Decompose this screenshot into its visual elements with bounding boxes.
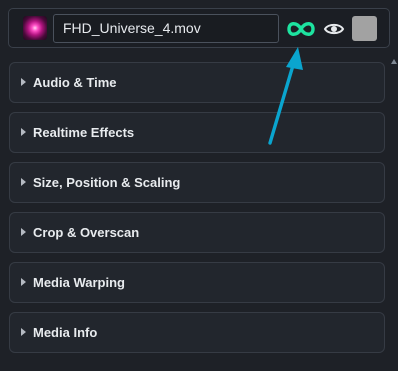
- section-label: Audio & Time: [33, 75, 117, 90]
- infinity-loop-icon[interactable]: [285, 19, 317, 39]
- caret-right-icon: [21, 178, 26, 186]
- clip-header: FHD_Universe_4.mov: [8, 8, 390, 48]
- section-audio-time[interactable]: Audio & Time: [9, 62, 385, 103]
- section-label: Media Info: [33, 325, 98, 340]
- section-media-info[interactable]: Media Info: [9, 312, 385, 353]
- scroll-up-icon[interactable]: [391, 59, 397, 64]
- clip-name-field[interactable]: FHD_Universe_4.mov: [53, 14, 279, 43]
- section-label: Realtime Effects: [33, 125, 135, 140]
- section-size-position-scaling[interactable]: Size, Position & Scaling: [9, 162, 385, 203]
- color-swatch[interactable]: [352, 16, 377, 41]
- section-label: Crop & Overscan: [33, 225, 140, 240]
- section-label: Media Warping: [33, 275, 125, 290]
- caret-right-icon: [21, 128, 26, 136]
- section-media-warping[interactable]: Media Warping: [9, 262, 385, 303]
- caret-right-icon: [21, 78, 26, 86]
- clip-thumbnail[interactable]: [23, 16, 47, 40]
- section-realtime-effects[interactable]: Realtime Effects: [9, 112, 385, 153]
- caret-right-icon: [21, 228, 26, 236]
- section-label: Size, Position & Scaling: [33, 175, 181, 190]
- caret-right-icon: [21, 278, 26, 286]
- eye-icon[interactable]: [323, 19, 345, 39]
- section-crop-overscan[interactable]: Crop & Overscan: [9, 212, 385, 253]
- caret-right-icon: [21, 328, 26, 336]
